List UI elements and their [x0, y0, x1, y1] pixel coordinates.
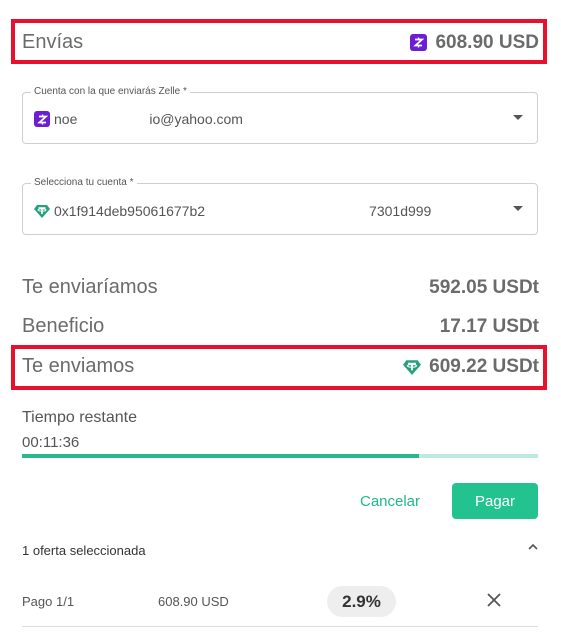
payment-step: Pago 1/1	[22, 594, 75, 609]
timer-progress-fill	[22, 454, 420, 458]
we-send-value: 609.22 USDt	[429, 355, 539, 377]
redacted-area	[81, 111, 146, 127]
would-send-row: Te enviaríamos 592.05 USDt	[22, 276, 539, 299]
chevron-down-icon[interactable]	[513, 206, 523, 211]
redacted-area	[209, 203, 366, 219]
send-amount: 608.90 USD	[435, 31, 539, 53]
would-send-value: 592.05 USDt	[429, 276, 539, 298]
send-amount-group: 608.90 USD	[410, 32, 539, 54]
chevron-down-icon[interactable]	[513, 115, 523, 120]
cancel-button[interactable]: Cancelar	[350, 483, 430, 519]
send-row: Envías 608.90 USD	[22, 31, 539, 54]
timer-value: 00:11:36	[22, 434, 80, 451]
zelle-account-value: noe io@yahoo.com	[34, 111, 243, 127]
benefit-label: Beneficio	[22, 315, 105, 337]
zelle-icon	[34, 111, 50, 127]
wallet-account-text-start: 0x1f914deb95061677b2	[54, 203, 206, 219]
chevron-up-icon[interactable]	[526, 540, 540, 554]
zelle-account-select[interactable]: Cuenta con la que enviarás Zelle * noe i…	[22, 86, 538, 144]
wallet-account-label: Selecciona tu cuenta *	[31, 177, 137, 188]
divider	[22, 626, 538, 627]
wallet-account-value: 0x1f914deb95061677b2 7301d999	[34, 203, 431, 219]
close-icon[interactable]	[485, 591, 503, 609]
we-send-label: Te enviamos	[22, 355, 135, 377]
we-send-amount-group: 609.22 USDt	[403, 356, 539, 378]
benefit-row: Beneficio 17.17 USDt	[22, 315, 539, 338]
tether-icon	[34, 204, 50, 218]
wallet-account-select[interactable]: Selecciona tu cuenta * 0x1f914deb9506167…	[22, 177, 538, 235]
timer-progress-bar	[22, 454, 538, 458]
payment-amount: 608.90 USD	[158, 594, 229, 609]
payment-row: Pago 1/1 608.90 USD 2.9%	[22, 586, 538, 618]
offers-title: 1 oferta seleccionada	[22, 543, 146, 558]
timer-label: Tiempo restante	[22, 409, 138, 426]
we-send-row: Te enviamos 609.22 USDt	[22, 355, 539, 378]
pay-button[interactable]: Pagar	[452, 483, 538, 519]
zelle-account-text-start: noe	[54, 111, 78, 127]
benefit-value: 17.17 USDt	[439, 315, 539, 337]
would-send-label: Te enviaríamos	[22, 276, 158, 298]
zelle-icon	[410, 34, 428, 51]
send-label: Envías	[22, 31, 84, 53]
tether-icon	[403, 359, 422, 375]
payment-percent-badge: 2.9%	[327, 586, 396, 617]
zelle-account-text-end: io@yahoo.com	[149, 111, 243, 127]
zelle-account-label: Cuenta con la que enviarás Zelle *	[31, 86, 190, 97]
wallet-account-text-end: 7301d999	[369, 203, 432, 219]
